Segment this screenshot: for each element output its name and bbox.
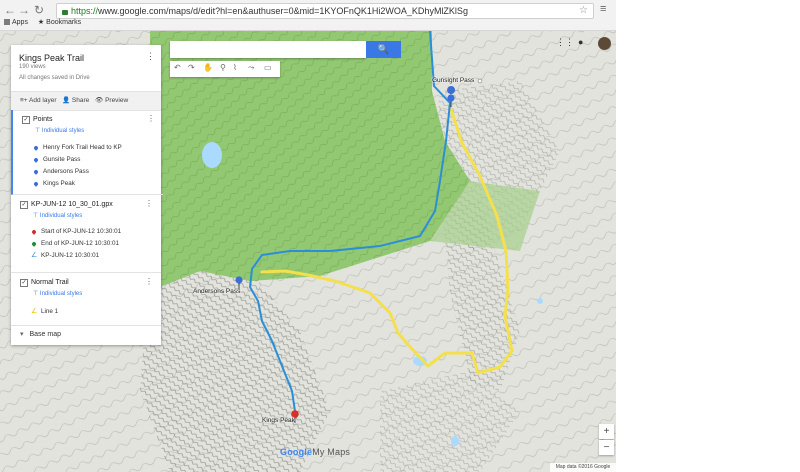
bookmark-apps[interactable]: Apps — [4, 19, 28, 26]
label-kings-peak: Kings Peak — [262, 417, 295, 424]
preview-button[interactable]: 👁 Preview — [95, 92, 128, 110]
label-gunsight-pass: Gunsight Pass — [432, 77, 475, 84]
bookmark-star-icon[interactable]: ☆ — [579, 4, 588, 18]
layer-normal-trail-name[interactable]: Normal Trail — [31, 279, 69, 286]
browser-menu-icon[interactable]: ≡ — [600, 3, 606, 15]
notifications-icon[interactable]: ● — [578, 37, 583, 47]
undo-icon[interactable]: ↶ — [174, 63, 181, 72]
feature-item[interactable]: End of KP-JUN-12 10:30:01 — [41, 240, 119, 247]
google-my-maps-logo: GoogleMy Maps — [280, 447, 351, 457]
add-layer-button[interactable]: ≡+ Add layer — [20, 92, 57, 110]
pin-icon — [31, 229, 37, 235]
layer-gpx-style-link[interactable]: ⊤ Individual styles — [33, 212, 82, 219]
base-map-label: Base map — [29, 331, 61, 338]
pin-icon — [33, 169, 39, 175]
address-bar[interactable]: https://www.google.com/maps/d/edit?hl=en… — [56, 3, 594, 19]
map-toolbar: ↶ ↷ ✋ ⚲ ⌇ ⤳ ▭ — [170, 61, 280, 77]
zoom-in-button[interactable]: + — [599, 424, 614, 439]
feature-item[interactable]: Andersons Pass — [43, 168, 89, 175]
directions-icon[interactable]: ⤳ — [248, 63, 254, 73]
save-status: All changes saved in Drive — [19, 75, 90, 81]
line-icon: ∠ — [31, 308, 38, 315]
feature-item[interactable]: Henry Fork Trail Head to KP — [43, 144, 122, 151]
measure-icon[interactable]: ▭ — [264, 63, 272, 72]
feature-item[interactable]: Kings Peak — [43, 180, 75, 187]
layer-gpx: ✓ KP-JUN-12 10_30_01.gpx ⋮ ⊤ Individual … — [11, 195, 161, 273]
expand-icon: ▾ — [20, 331, 24, 338]
browser-toolbar: ← → ↻ https://www.google.com/maps/d/edit… — [0, 0, 616, 31]
feature-item[interactable]: KP-JUN-12 10:30:01 — [41, 252, 99, 259]
map-title[interactable]: Kings Peak Trail — [19, 53, 84, 63]
zoom-out-button[interactable]: − — [599, 440, 614, 455]
add-marker-icon[interactable]: ⚲ — [220, 63, 226, 72]
apps-grid-icon — [4, 19, 10, 26]
layer-normal-trail-style-link[interactable]: ⊤ Individual styles — [33, 290, 82, 297]
feature-item[interactable]: Start of KP-JUN-12 10:30:01 — [41, 228, 121, 235]
pin-icon — [33, 157, 39, 163]
pin-icon — [33, 181, 39, 187]
back-icon[interactable]: ← — [4, 3, 16, 17]
avatar[interactable] — [598, 37, 611, 50]
share-button[interactable]: 👤 Share — [62, 92, 89, 110]
redo-icon[interactable]: ↷ — [188, 63, 195, 72]
layer-points-style-link[interactable]: ⊤ Individual styles — [35, 127, 84, 134]
layer-gpx-name[interactable]: KP-JUN-12 10_30_01.gpx — [31, 201, 113, 208]
feature-item[interactable]: Gunsite Pass — [43, 156, 80, 163]
hand-icon[interactable]: ✋ — [203, 63, 213, 72]
layer-points-checkbox[interactable]: ✓ — [22, 116, 30, 124]
lock-icon — [62, 10, 68, 15]
view-count: 190 views — [19, 64, 46, 70]
layer-points-menu-icon[interactable]: ⋮ — [147, 114, 155, 123]
map-attribution: Map data ©2016 Google — [550, 463, 616, 472]
layer-gpx-menu-icon[interactable]: ⋮ — [145, 199, 153, 208]
layer-gpx-checkbox[interactable]: ✓ — [20, 201, 28, 209]
layer-points-name[interactable]: Points — [33, 116, 52, 123]
label-andersons-pass: Andersons Pass — [193, 288, 241, 295]
bookmark-bookmarks[interactable]: ★ Bookmarks — [38, 19, 81, 26]
url-text: www.google.com/maps/d/edit?hl=en&authuse… — [98, 6, 468, 16]
search-icon: 🔍 — [377, 44, 390, 54]
line-icon: ∠ — [31, 252, 38, 259]
layer-points: ✓ Points ⋮ ⊤ Individual styles Henry For… — [11, 110, 163, 195]
bookmarks-bar: Apps ★ Bookmarks — [4, 18, 89, 28]
pin-icon — [33, 145, 39, 151]
reload-icon[interactable]: ↻ — [33, 3, 45, 17]
search-button[interactable]: 🔍 — [366, 41, 401, 58]
search-input[interactable] — [170, 41, 366, 58]
blank-area — [616, 0, 800, 472]
layer-normal-trail-checkbox[interactable]: ✓ — [20, 279, 28, 287]
panel-actions: ≡+ Add layer 👤 Share 👁 Preview — [11, 91, 161, 111]
map-layers-panel: Kings Peak Trail 190 views All changes s… — [11, 45, 163, 345]
url-scheme: https:// — [71, 6, 99, 16]
map-options-icon[interactable]: ⋮ — [146, 51, 155, 62]
pin-icon — [31, 241, 37, 247]
draw-line-icon[interactable]: ⌇ — [233, 63, 237, 72]
feature-item[interactable]: Line 1 — [41, 308, 58, 315]
apps-grid-icon[interactable]: ⋮⋮ — [556, 37, 574, 48]
base-map-toggle[interactable]: ▾ Base map — [11, 326, 161, 344]
layer-normal-trail-menu-icon[interactable]: ⋮ — [145, 277, 153, 286]
layer-normal-trail: ✓ Normal Trail ⋮ ⊤ Individual styles ∠ L… — [11, 273, 161, 326]
forward-icon[interactable]: → — [18, 3, 30, 17]
